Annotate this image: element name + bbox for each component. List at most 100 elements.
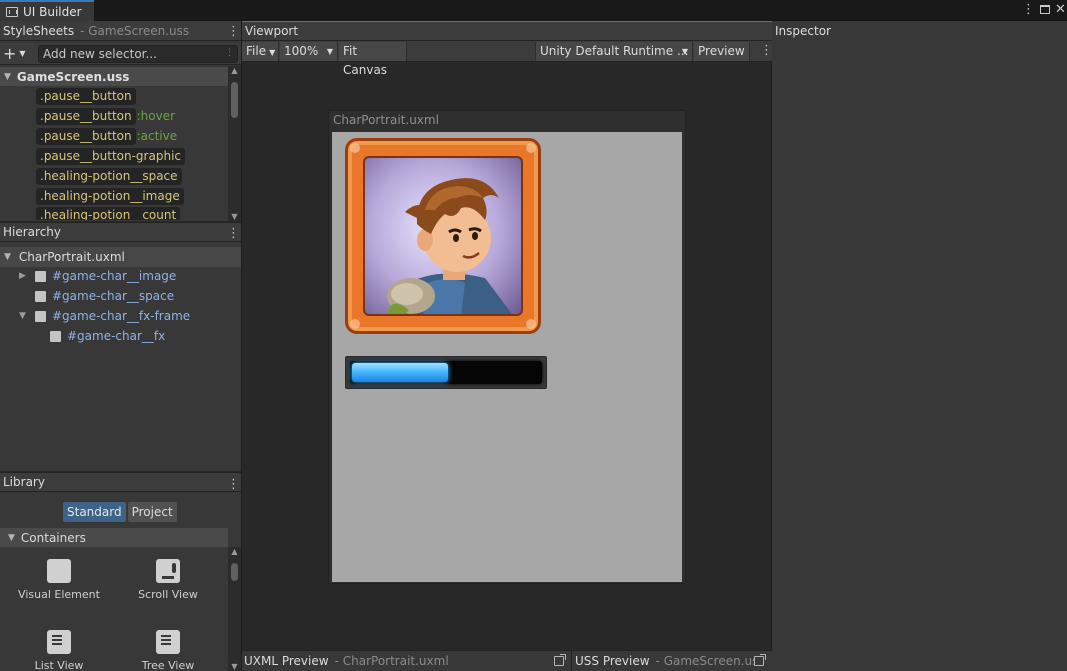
canvas-frame[interactable]: CharPortrait.uxml bbox=[328, 110, 686, 584]
selector-row[interactable]: .healing-potion__image bbox=[36, 187, 184, 205]
add-selector-input[interactable]: Add new selector... bbox=[38, 45, 238, 63]
canvas[interactable] bbox=[332, 132, 682, 582]
zoom-value: 100% bbox=[284, 44, 319, 58]
open-external-icon[interactable] bbox=[754, 654, 766, 666]
character-art-icon bbox=[386, 178, 512, 314]
foldout-expanded-icon[interactable]: ▼ bbox=[4, 252, 11, 262]
viewport-menu-icon[interactable]: ⋮ bbox=[760, 44, 773, 57]
hierarchy-panel: Hierarchy ⋮ ▼ CharPortrait.uxml ▶ #game-… bbox=[0, 222, 241, 471]
stylesheets-scrollbar[interactable]: ▲ ▼ bbox=[228, 66, 241, 221]
hierarchy-item[interactable]: ▶ #game-char__image bbox=[19, 266, 176, 286]
hierarchy-item[interactable]: #game-char__space bbox=[19, 286, 174, 306]
selector-row[interactable]: .pause__button :hover bbox=[36, 107, 175, 125]
hierarchy-item[interactable]: ▼ #game-char__fx-frame bbox=[19, 306, 190, 326]
library-item-scroll-view[interactable]: Scroll View bbox=[123, 559, 213, 601]
character-portrait[interactable] bbox=[345, 138, 541, 334]
selector-row[interactable]: .pause__button bbox=[36, 87, 136, 105]
selector-row[interactable]: .pause__button-graphic bbox=[36, 147, 185, 165]
pseudo-class: :hover bbox=[136, 109, 176, 123]
foldout-expanded-icon[interactable]: ▼ bbox=[8, 533, 15, 543]
selector-pill: .healing-potion__image bbox=[36, 187, 184, 205]
tab-project[interactable]: Project bbox=[127, 502, 177, 522]
selector-pill: .pause__button-graphic bbox=[36, 147, 185, 165]
health-bar[interactable] bbox=[345, 356, 547, 389]
element-icon bbox=[35, 310, 46, 322]
uss-preview-pane[interactable]: USS Preview - GameScreen.uss bbox=[573, 651, 772, 671]
stylesheets-header: StyleSheets - GameScreen.uss bbox=[0, 21, 241, 41]
library-title: Library bbox=[3, 475, 45, 489]
window-menu-icon[interactable]: ⋮ bbox=[1022, 2, 1035, 18]
stylesheets-subtitle: - GameScreen.uss bbox=[80, 23, 190, 38]
element-icon bbox=[50, 330, 61, 342]
file-menu-label: File bbox=[246, 44, 267, 58]
hierarchy-menu-icon[interactable]: ⋮ bbox=[227, 227, 240, 240]
library-item-visual-element[interactable]: Visual Element bbox=[14, 559, 104, 601]
viewport-header: Viewport bbox=[242, 21, 772, 41]
add-stylesheet-button[interactable]: + ▼ bbox=[3, 44, 35, 63]
scroll-thumb[interactable] bbox=[231, 82, 238, 118]
stylesheet-file-name: GameScreen.uss bbox=[16, 69, 130, 84]
input-options-icon[interactable]: ⋮ bbox=[225, 49, 234, 58]
scroll-thumb[interactable] bbox=[231, 563, 238, 581]
pseudo-class: :active bbox=[136, 129, 178, 143]
library-item-label: Tree View bbox=[141, 659, 195, 671]
frame-corner-decoration bbox=[350, 319, 360, 329]
viewport-toolbar: File ▼ 100% ▼ Fit Canvas Unity Default Run… bbox=[242, 41, 773, 77]
viewport-panel: Viewport File ▼ 100% ▼ Fit Canvas Unity De… bbox=[241, 21, 773, 671]
theme-dropdown[interactable]: Unity Default Runtime ... ▼ bbox=[535, 42, 693, 61]
health-bar-track bbox=[350, 361, 542, 384]
foldout-expanded-icon[interactable]: ▼ bbox=[4, 72, 11, 82]
library-menu-icon[interactable]: ⋮ bbox=[227, 478, 240, 491]
ui-builder-tab[interactable]: UI Builder bbox=[0, 0, 94, 21]
scroll-down-icon[interactable]: ▼ bbox=[228, 212, 241, 221]
selector-row[interactable]: .healing-potion__count bbox=[36, 207, 181, 220]
hierarchy-root-label: CharPortrait.uxml bbox=[18, 250, 125, 264]
selector-pill: .pause__button bbox=[36, 87, 136, 105]
hierarchy-root-row[interactable]: ▼ CharPortrait.uxml bbox=[0, 247, 241, 267]
containers-section-header[interactable]: ▼ Containers bbox=[0, 528, 228, 547]
stylesheets-title: StyleSheets bbox=[3, 23, 75, 38]
file-menu-button[interactable]: File ▼ bbox=[242, 42, 279, 61]
stylesheet-file-row[interactable]: ▼ GameScreen.uss bbox=[0, 67, 228, 86]
selector-row[interactable]: .healing-potion__space bbox=[36, 167, 182, 185]
selector-row[interactable]: .pause__button :active bbox=[36, 127, 177, 145]
hierarchy-title: Hierarchy bbox=[3, 225, 62, 239]
library-item-list-view[interactable]: List View bbox=[14, 630, 104, 671]
hierarchy-item-label: #game-char__fx bbox=[67, 329, 166, 343]
scroll-up-icon[interactable]: ▲ bbox=[228, 547, 241, 556]
ui-builder-icon bbox=[6, 6, 18, 17]
viewport-title: Viewport bbox=[245, 24, 299, 38]
foldout-collapsed-icon[interactable]: ▶ bbox=[19, 271, 29, 281]
stylesheets-menu-icon[interactable]: ⋮ bbox=[227, 25, 240, 38]
open-external-icon[interactable] bbox=[554, 654, 566, 666]
library-scrollbar[interactable]: ▲ ▼ bbox=[228, 547, 241, 671]
scroll-down-icon[interactable]: ▼ bbox=[228, 662, 241, 671]
zoom-dropdown[interactable]: 100% ▼ bbox=[280, 42, 338, 61]
selector-pill: .pause__button bbox=[36, 107, 136, 125]
selector-pill: .healing-potion__space bbox=[36, 167, 182, 185]
maximize-icon[interactable] bbox=[1040, 5, 1050, 14]
selector-pill: .pause__button bbox=[36, 127, 136, 145]
hierarchy-item[interactable]: #game-char__fx bbox=[50, 326, 165, 346]
foldout-expanded-icon[interactable]: ▼ bbox=[19, 311, 29, 321]
fit-canvas-button[interactable]: Fit Canvas bbox=[339, 42, 407, 77]
tab-standard[interactable]: Standard bbox=[63, 502, 126, 522]
close-icon[interactable]: ✕ bbox=[1055, 2, 1066, 18]
uxml-preview-pane[interactable]: UXML Preview - CharPortrait.uxml bbox=[242, 651, 572, 671]
health-bar-fill bbox=[352, 363, 448, 382]
stylesheets-toolbar: +▼ Add new selector... ⋮ bbox=[0, 43, 241, 65]
tree-view-icon bbox=[156, 630, 180, 654]
hierarchy-item-label: #game-char__fx-frame bbox=[52, 309, 191, 323]
preview-toggle[interactable]: Preview bbox=[694, 42, 750, 61]
visual-element-icon bbox=[47, 559, 71, 583]
library-item-label: Scroll View bbox=[138, 588, 198, 601]
scroll-up-icon[interactable]: ▲ bbox=[228, 66, 241, 75]
uxml-preview-file: CharPortrait.uxml bbox=[342, 654, 449, 668]
hierarchy-header: Hierarchy bbox=[0, 222, 241, 242]
library-panel: Library ⋮ Standard Project ▼ Containers … bbox=[0, 472, 241, 671]
theme-value: Unity Default Runtime ... bbox=[540, 44, 689, 58]
containers-section-label: Containers bbox=[20, 530, 86, 545]
inspector-panel: Inspector bbox=[772, 21, 1067, 671]
selector-pill: .healing-potion__count bbox=[36, 207, 181, 220]
library-item-tree-view[interactable]: Tree View bbox=[123, 630, 213, 671]
